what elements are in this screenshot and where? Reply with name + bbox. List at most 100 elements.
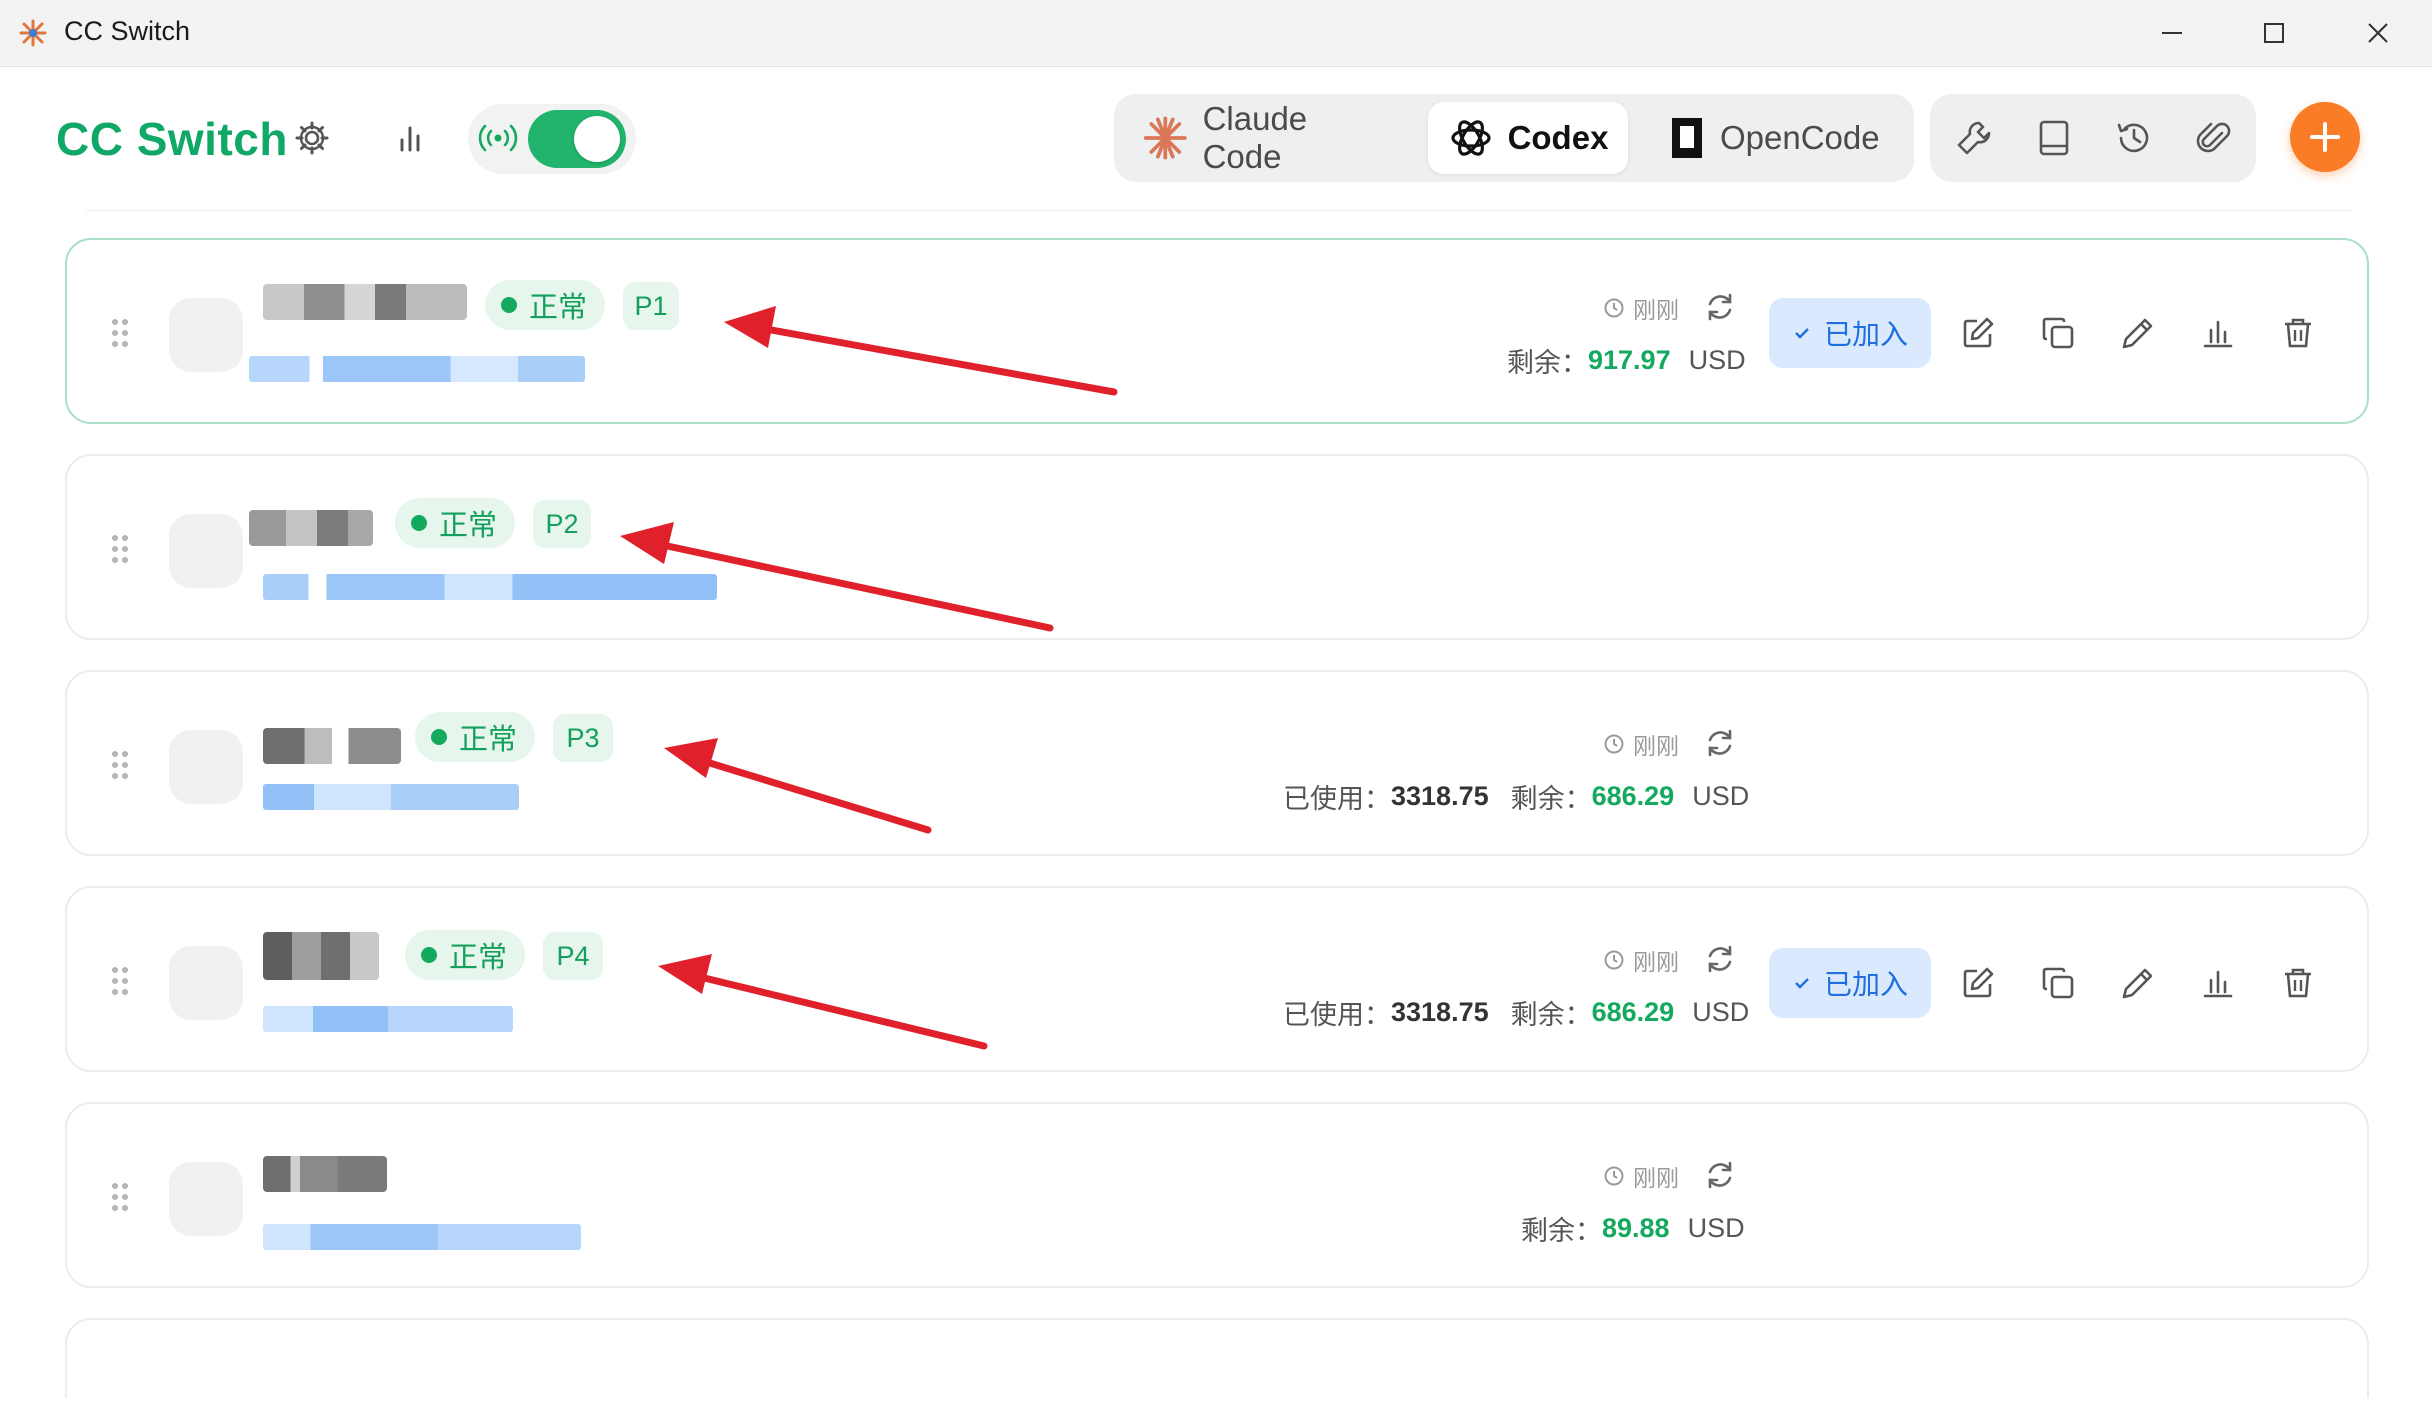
duplicate-button[interactable]	[2033, 958, 2083, 1008]
title-bar: CC Switch	[0, 0, 2432, 67]
provider-card[interactable]: 正常 P3 刚刚 已使用： 3318.75 剩余： 686.29 USD	[65, 670, 2369, 856]
wrench-icon	[1957, 121, 1991, 155]
status-badge: 正常	[485, 280, 606, 330]
tab-codex[interactable]: Codex	[1428, 102, 1628, 174]
app-switcher: Claude Code Codex OpenCode	[1114, 94, 1914, 182]
time-label: 刚刚	[1633, 297, 1679, 323]
trash-icon	[2285, 318, 2311, 348]
history-icon	[2117, 123, 2149, 153]
provider-url-redacted	[263, 1224, 581, 1250]
provider-name-redacted	[263, 932, 379, 980]
duplicate-button[interactable]	[2033, 308, 2083, 358]
history-button[interactable]	[2110, 114, 2158, 162]
book-icon	[2039, 120, 2069, 156]
refresh-icon[interactable]	[1703, 726, 1737, 760]
copy-icon	[2042, 317, 2074, 349]
bar-chart-icon	[2203, 970, 2233, 998]
proxy-toggle[interactable]	[528, 110, 626, 168]
used-label: 已使用：	[1283, 783, 1391, 814]
provider-url-redacted	[263, 574, 717, 600]
tab-opencode[interactable]: OpenCode	[1670, 102, 1900, 174]
opencode-logo-icon	[1672, 118, 1702, 158]
refresh-icon[interactable]	[1703, 290, 1737, 324]
joined-button[interactable]: 已加入	[1769, 298, 1931, 368]
provider-name-redacted	[263, 284, 467, 320]
add-provider-button[interactable]	[2290, 102, 2360, 172]
plus-icon	[2310, 122, 2340, 152]
currency-label: USD	[1688, 344, 1746, 375]
tab-claude-code[interactable]: Claude Code	[1142, 100, 1382, 175]
joined-button[interactable]: 已加入	[1769, 948, 1931, 1018]
clock-icon	[1604, 734, 1624, 754]
refresh-icon[interactable]	[1703, 1158, 1737, 1192]
status-dot	[501, 297, 517, 313]
test-button[interactable]	[2113, 958, 2163, 1008]
clock-icon	[1604, 298, 1624, 318]
tab-label: Claude Code	[1202, 100, 1308, 175]
remaining-label: 剩余：	[1507, 347, 1588, 378]
usage-stats-button[interactable]	[388, 116, 432, 160]
toggle-knob	[574, 116, 620, 162]
maximize-button[interactable]	[2224, 0, 2324, 66]
edit-button[interactable]	[1953, 958, 2003, 1008]
provider-avatar	[169, 1162, 243, 1236]
close-icon	[2368, 23, 2388, 43]
priority-badge: P3	[553, 714, 613, 762]
remaining-value: 89.88	[1602, 1212, 1670, 1243]
clock-icon	[1604, 950, 1624, 970]
provider-card[interactable]: 刚刚 剩余： 89.88 USD	[65, 1102, 2369, 1288]
test-button[interactable]	[2113, 308, 2163, 358]
provider-card[interactable]: 正常 P1 刚刚 剩余： 917.97 USD 已加入	[65, 238, 2369, 424]
status-label: 正常	[529, 292, 588, 324]
joined-label: 已加入	[1823, 319, 1908, 350]
status-badge: 正常	[405, 930, 526, 980]
delete-button[interactable]	[2273, 308, 2323, 358]
refresh-icon[interactable]	[1703, 942, 1737, 976]
status-dot	[421, 947, 437, 963]
provider-url-redacted	[263, 784, 519, 810]
remaining-value: 917.97	[1588, 344, 1671, 375]
provider-card-partial[interactable]	[65, 1318, 2369, 1398]
priority-badge: P4	[543, 932, 603, 980]
drag-handle-icon[interactable]	[111, 750, 129, 780]
usage-info: 已使用： 3318.75 剩余： 686.29 USD	[1283, 776, 1749, 816]
proxy-indicator	[476, 118, 520, 158]
provider-name-redacted	[249, 510, 373, 546]
status-dot	[431, 729, 447, 745]
close-button[interactable]	[2328, 0, 2428, 66]
minimize-button[interactable]	[2122, 0, 2222, 66]
usage-info: 剩余： 89.88 USD	[1521, 1208, 1745, 1248]
paperclip-icon	[2196, 122, 2231, 153]
usage-button[interactable]	[2193, 958, 2243, 1008]
drag-handle-icon[interactable]	[111, 534, 129, 564]
provider-card[interactable]: 正常 P2	[65, 454, 2369, 640]
drag-handle-icon[interactable]	[111, 966, 129, 996]
used-label: 已使用：	[1283, 999, 1391, 1030]
clock-icon	[1604, 1166, 1624, 1186]
brand-title: CC Switch	[56, 113, 288, 165]
used-value: 3318.75	[1391, 996, 1489, 1027]
edit-icon	[1963, 317, 1994, 348]
provider-avatar	[169, 514, 243, 588]
status-label: 正常	[459, 724, 518, 756]
status-badge: 正常	[415, 712, 536, 762]
remaining-value: 686.29	[1591, 996, 1675, 1027]
drag-handle-icon[interactable]	[111, 318, 129, 348]
openai-logo-icon	[1450, 120, 1491, 156]
pen-icon	[2122, 318, 2153, 349]
prompts-button[interactable]	[2030, 114, 2078, 162]
delete-button[interactable]	[2273, 958, 2323, 1008]
minimize-icon	[2162, 32, 2182, 34]
tab-label: Codex	[1507, 119, 1609, 156]
settings-button[interactable]	[290, 116, 334, 160]
edit-button[interactable]	[1953, 308, 2003, 358]
drag-handle-icon[interactable]	[111, 1182, 129, 1212]
status-badge: 正常	[395, 498, 516, 548]
usage-button[interactable]	[2193, 308, 2243, 358]
skills-button[interactable]	[1950, 114, 1998, 162]
mcp-button[interactable]	[2190, 114, 2238, 162]
remaining-label: 剩余：	[1510, 783, 1592, 814]
usage-info: 已使用： 3318.75 剩余： 686.29 USD	[1283, 992, 1749, 1032]
provider-card[interactable]: 正常 P4 刚刚 已使用： 3318.75 剩余： 686.29 USD 已加入	[65, 886, 2369, 1072]
check-icon	[1795, 328, 1809, 339]
